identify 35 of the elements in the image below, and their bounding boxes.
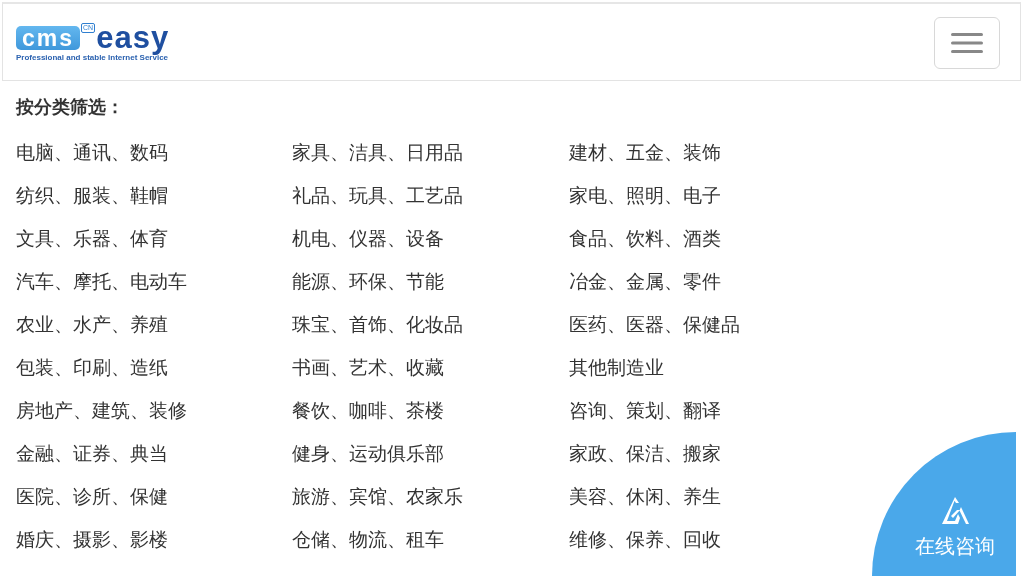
category-link[interactable]: 金融、证券、典当 [16, 441, 168, 467]
category-link[interactable]: 机电、仪器、设备 [292, 226, 444, 252]
category-link[interactable]: 文具、乐器、体育 [16, 226, 168, 252]
category-link[interactable]: 美容、休闲、养生 [569, 484, 721, 510]
category-link[interactable]: 医院、诊所、保健 [16, 484, 168, 510]
menu-button[interactable] [934, 17, 1000, 69]
category-link[interactable]: 食品、饮料、酒类 [569, 226, 721, 252]
category-link[interactable]: 农业、水产、养殖 [16, 312, 168, 338]
category-link[interactable]: 咨询、策划、翻译 [569, 398, 721, 424]
category-link[interactable]: 维修、保养、回收 [569, 527, 721, 553]
category-link[interactable]: 冶金、金属、零件 [569, 269, 721, 295]
category-link[interactable]: 礼品、玩具、工艺品 [292, 183, 463, 209]
category-link[interactable]: 建材、五金、装饰 [569, 140, 721, 166]
category-link[interactable]: 能源、环保、节能 [292, 269, 444, 295]
category-link[interactable]: 婚庆、摄影、影楼 [16, 527, 168, 553]
category-link[interactable]: 医药、医器、保健品 [569, 312, 740, 338]
peak-icon [940, 496, 970, 526]
category-link[interactable]: 餐饮、咖啡、茶楼 [292, 398, 444, 424]
category-link[interactable]: 纺织、服装、鞋帽 [16, 183, 168, 209]
filter-title: 按分类筛选： [16, 96, 125, 119]
category-link[interactable]: 仓储、物流、租车 [292, 527, 444, 553]
category-link[interactable]: 包装、印刷、造纸 [16, 355, 168, 381]
category-link[interactable]: 汽车、摩托、电动车 [16, 269, 187, 295]
category-link[interactable]: 健身、运动俱乐部 [292, 441, 444, 467]
category-link[interactable]: 旅游、宾馆、农家乐 [292, 484, 463, 510]
category-link[interactable]: 电脑、通讯、数码 [16, 140, 168, 166]
category-link[interactable]: 珠宝、首饰、化妆品 [292, 312, 463, 338]
category-link[interactable]: 书画、艺术、收藏 [292, 355, 444, 381]
category-link[interactable]: 家政、保洁、搬家 [569, 441, 721, 467]
menu-icon [951, 33, 983, 53]
category-link[interactable]: 家电、照明、电子 [569, 183, 721, 209]
category-link[interactable]: 房地产、建筑、装修 [16, 398, 187, 424]
logo-boxed-text: cms [16, 25, 81, 50]
category-link[interactable]: 家具、洁具、日用品 [292, 140, 463, 166]
category-link[interactable]: 其他制造业 [569, 355, 664, 381]
